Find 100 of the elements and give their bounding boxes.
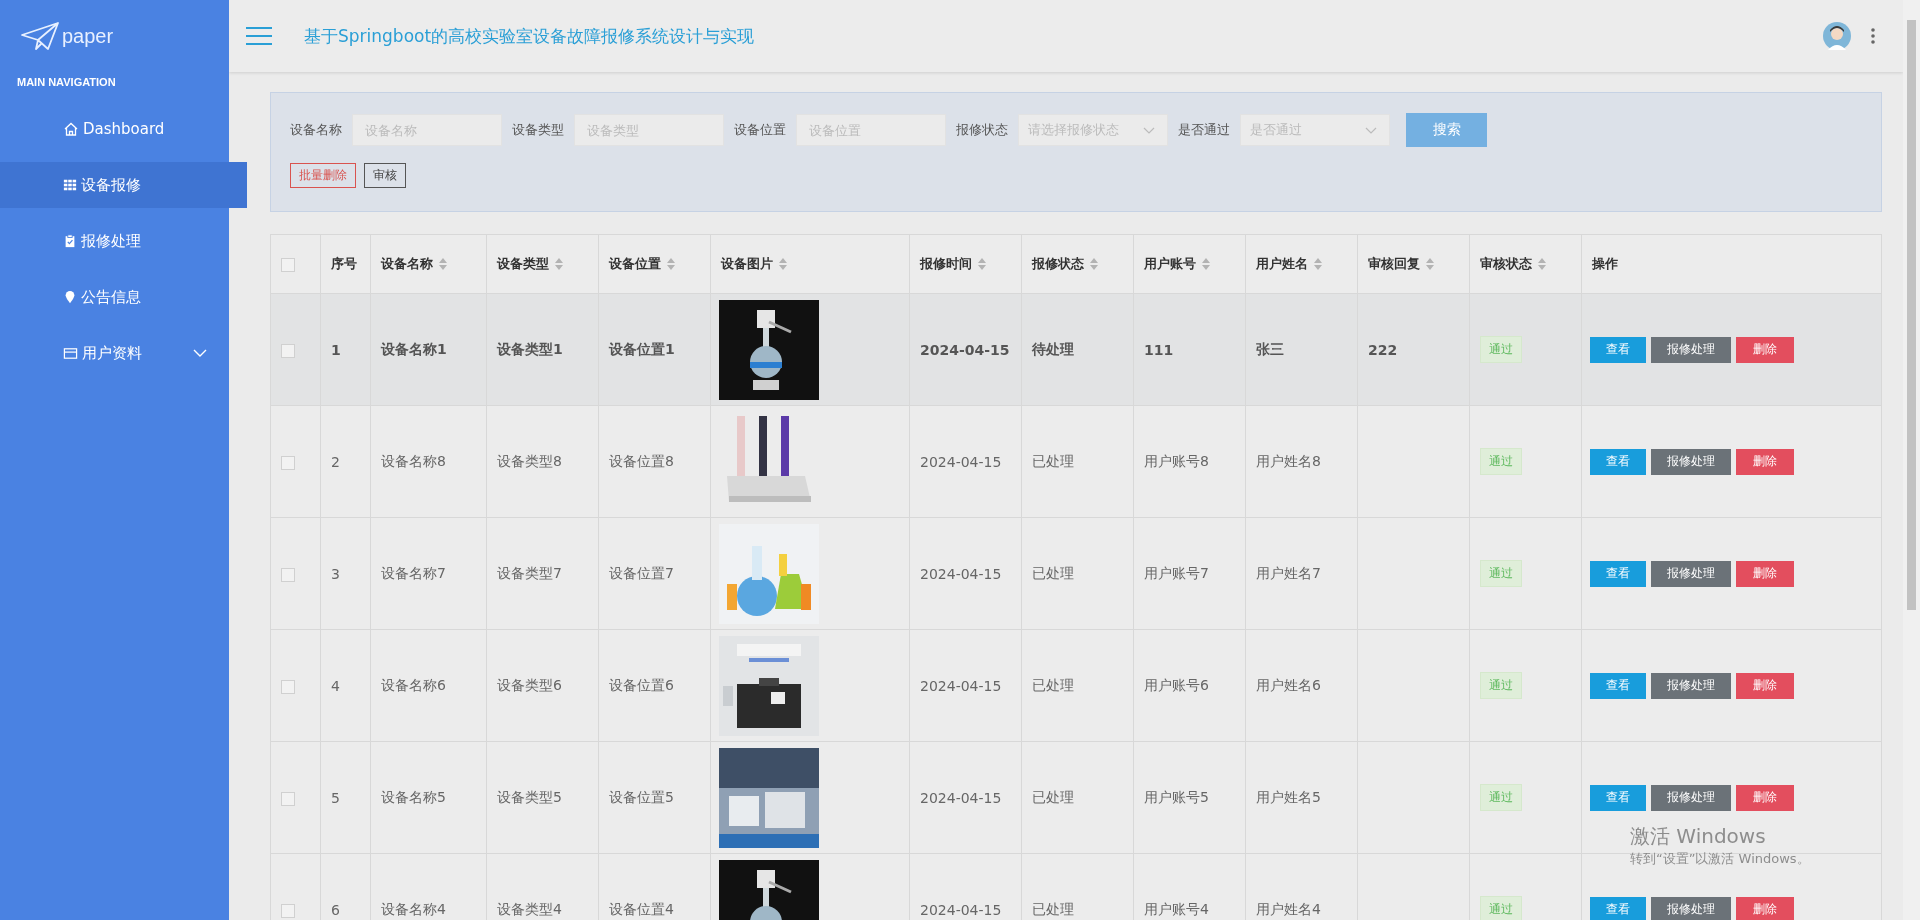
table-cell: 3: [331, 565, 340, 582]
table-cell: 2024-04-15: [920, 565, 1002, 582]
process-button[interactable]: 报修处理: [1651, 784, 1731, 811]
home-icon: [63, 121, 79, 137]
sort-icon[interactable]: [1202, 258, 1210, 270]
sort-icon[interactable]: [555, 258, 563, 270]
sort-icon[interactable]: [779, 258, 787, 270]
nav-item[interactable]: 报修处理: [0, 218, 229, 264]
process-button[interactable]: 报修处理: [1651, 560, 1731, 587]
nav-item[interactable]: Dashboard: [0, 106, 229, 152]
sort-icon[interactable]: [978, 258, 986, 270]
table-cell: 设备类型1: [497, 340, 563, 357]
status-tag: 通过: [1480, 672, 1522, 699]
row-checkbox[interactable]: [281, 791, 295, 806]
pin-icon: [63, 290, 77, 304]
column-header: 设备位置: [609, 255, 661, 273]
view-button[interactable]: 查看: [1590, 448, 1646, 475]
view-button[interactable]: 查看: [1590, 560, 1646, 587]
chevron-icon: [1143, 126, 1155, 134]
view-button[interactable]: 查看: [1590, 896, 1646, 920]
scrollbar[interactable]: [1903, 0, 1920, 920]
row-checkbox[interactable]: [281, 343, 295, 358]
select-all-checkbox[interactable]: [281, 257, 295, 272]
batch-delete-button[interactable]: 批量删除: [290, 163, 356, 188]
table-cell: 张三: [1256, 340, 1284, 357]
table-cell: 用户账号7: [1144, 564, 1209, 581]
row-checkbox[interactable]: [281, 903, 295, 918]
status-tag: 通过: [1480, 560, 1522, 587]
table-cell: 设备名称6: [381, 676, 446, 693]
table-cell: 用户姓名6: [1256, 676, 1321, 693]
chevron-icon: [1365, 126, 1377, 134]
delete-button[interactable]: 删除: [1736, 672, 1794, 699]
process-button[interactable]: 报修处理: [1651, 336, 1731, 363]
view-button[interactable]: 查看: [1590, 672, 1646, 699]
sort-icon[interactable]: [1314, 258, 1322, 270]
delete-button[interactable]: 删除: [1736, 448, 1794, 475]
table-cell: 已处理: [1032, 788, 1074, 805]
search-button[interactable]: 搜索: [1406, 113, 1487, 147]
table-cell: 用户账号8: [1144, 452, 1209, 469]
table-cell: 6: [331, 901, 340, 918]
table-cell: 设备名称1: [381, 340, 447, 357]
row-checkbox[interactable]: [281, 455, 295, 470]
avatar-icon[interactable]: [1823, 22, 1851, 50]
delete-button[interactable]: 删除: [1736, 896, 1794, 920]
view-button[interactable]: 查看: [1590, 784, 1646, 811]
column-header: 设备图片: [721, 255, 773, 273]
table-cell: 设备类型7: [497, 564, 562, 581]
more-icon[interactable]: [1871, 28, 1875, 44]
delete-button[interactable]: 删除: [1736, 784, 1794, 811]
table-cell: 用户姓名8: [1256, 452, 1321, 469]
table-cell: 5: [331, 789, 340, 806]
table-cell: 已处理: [1032, 900, 1074, 917]
table-cell: 设备位置8: [609, 452, 674, 469]
sort-icon[interactable]: [1538, 258, 1546, 270]
table-cell: 2024-04-15: [920, 453, 1002, 470]
table-cell: 设备类型4: [497, 900, 562, 917]
table-row[interactable]: 2 设备名称8 设备类型8 设备位置8 2024-04-15 已处理 用户账号8 用户姓名8 通过 查看 报修处理 删除: [270, 405, 1882, 518]
status-tag: 通过: [1480, 896, 1522, 920]
table-cell: 用户账号6: [1144, 676, 1209, 693]
table-cell: 设备类型8: [497, 452, 562, 469]
sort-icon[interactable]: [439, 258, 447, 270]
filter-label: 设备类型: [512, 121, 564, 139]
delete-button[interactable]: 删除: [1736, 336, 1794, 363]
table-row[interactable]: 4 设备名称6 设备类型6 设备位置6 2024-04-15 已处理 用户账号6 用户姓名6 通过 查看 报修处理 删除: [270, 629, 1882, 742]
sort-icon[interactable]: [1090, 258, 1098, 270]
table-cell: 2024-04-15: [920, 677, 1002, 694]
row-checkbox[interactable]: [281, 567, 295, 582]
nav-item[interactable]: 公告信息: [0, 274, 229, 320]
table-cell: 2024-04-15: [920, 341, 1010, 358]
view-button[interactable]: 查看: [1590, 336, 1646, 363]
table-row[interactable]: 3 设备名称7 设备类型7 设备位置7 2024-04-15 已处理 用户账号7 用户姓名7 通过 查看 报修处理 删除: [270, 517, 1882, 630]
table-row[interactable]: 1 设备名称1 设备类型1 设备位置1 2024-04-15 待处理 111 张三 222 通过 查看 报修处理 删除: [270, 293, 1882, 406]
delete-button[interactable]: 删除: [1736, 560, 1794, 587]
table-cell: 已处理: [1032, 452, 1074, 469]
sort-icon[interactable]: [1426, 258, 1434, 270]
process-button[interactable]: 报修处理: [1651, 896, 1731, 920]
table-cell: 1: [331, 341, 341, 358]
menu-icon[interactable]: [246, 27, 272, 45]
review-button[interactable]: 审核: [364, 163, 406, 188]
nav-item[interactable]: 设备报修: [0, 162, 247, 208]
process-button[interactable]: 报修处理: [1651, 448, 1731, 475]
sort-icon[interactable]: [667, 258, 675, 270]
table-cell: 4: [331, 677, 340, 694]
table-cell: 待处理: [1032, 340, 1074, 357]
table-cell: 设备位置1: [609, 340, 675, 357]
table-cell: 设备名称5: [381, 788, 446, 805]
clipboard-icon: [63, 234, 77, 248]
row-checkbox[interactable]: [281, 679, 295, 694]
process-button[interactable]: 报修处理: [1651, 672, 1731, 699]
table-cell: 222: [1368, 341, 1398, 358]
app-logo-text: paper: [62, 24, 114, 48]
table-cell: 用户账号5: [1144, 788, 1209, 805]
column-header: 报修状态: [1032, 255, 1084, 273]
table-cell: 设备名称7: [381, 564, 446, 581]
page-title: 基于Springboot的高校实验室设备故障报修系统设计与实现: [304, 24, 755, 48]
activation-notice-title: 激活 Windows: [1630, 823, 1766, 850]
column-header: 用户姓名: [1256, 255, 1308, 273]
nav-item[interactable]: 用户资料: [0, 330, 229, 376]
table-cell: 设备类型5: [497, 788, 562, 805]
column-header: 报修时间: [920, 255, 972, 273]
